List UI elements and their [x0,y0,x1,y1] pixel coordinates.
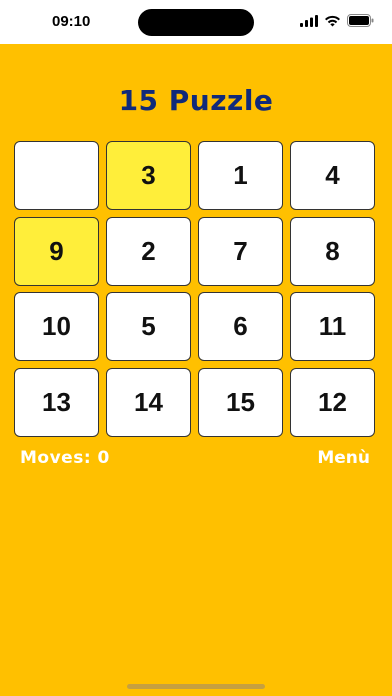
puzzle-tile[interactable]: 14 [106,368,191,437]
puzzle-tile[interactable]: 6 [198,292,283,361]
puzzle-tile[interactable]: 11 [290,292,375,361]
puzzle-tile[interactable]: 9 [14,217,99,286]
page-title: 15 Puzzle [118,84,274,117]
puzzle-tile[interactable]: 12 [290,368,375,437]
menu-button[interactable]: Menù [317,448,370,468]
puzzle-tile[interactable]: 2 [106,217,191,286]
wifi-icon [324,12,341,31]
puzzle-tile[interactable]: 15 [198,368,283,437]
puzzle-tile[interactable]: 1 [198,141,283,210]
puzzle-tile[interactable]: 5 [106,292,191,361]
puzzle-tile[interactable]: 3 [106,141,191,210]
puzzle-tile[interactable]: 8 [290,217,375,286]
moves-counter: Moves: 0 [20,448,110,468]
puzzle-tile[interactable]: 10 [14,292,99,361]
battery-icon [347,12,374,31]
puzzle-tile[interactable]: 7 [198,217,283,286]
puzzle-board: 3 1 4 9 2 7 8 10 5 6 11 13 14 15 12 [14,141,379,441]
puzzle-tile[interactable]: 4 [290,141,375,210]
empty-tile[interactable] [14,141,99,210]
status-bar: 09:10 [0,0,392,44]
status-icons [300,12,374,31]
puzzle-tile[interactable]: 13 [14,368,99,437]
signal-icon [300,12,318,31]
status-time: 09:10 [52,13,91,30]
home-indicator [127,684,265,689]
dynamic-island [138,9,254,36]
